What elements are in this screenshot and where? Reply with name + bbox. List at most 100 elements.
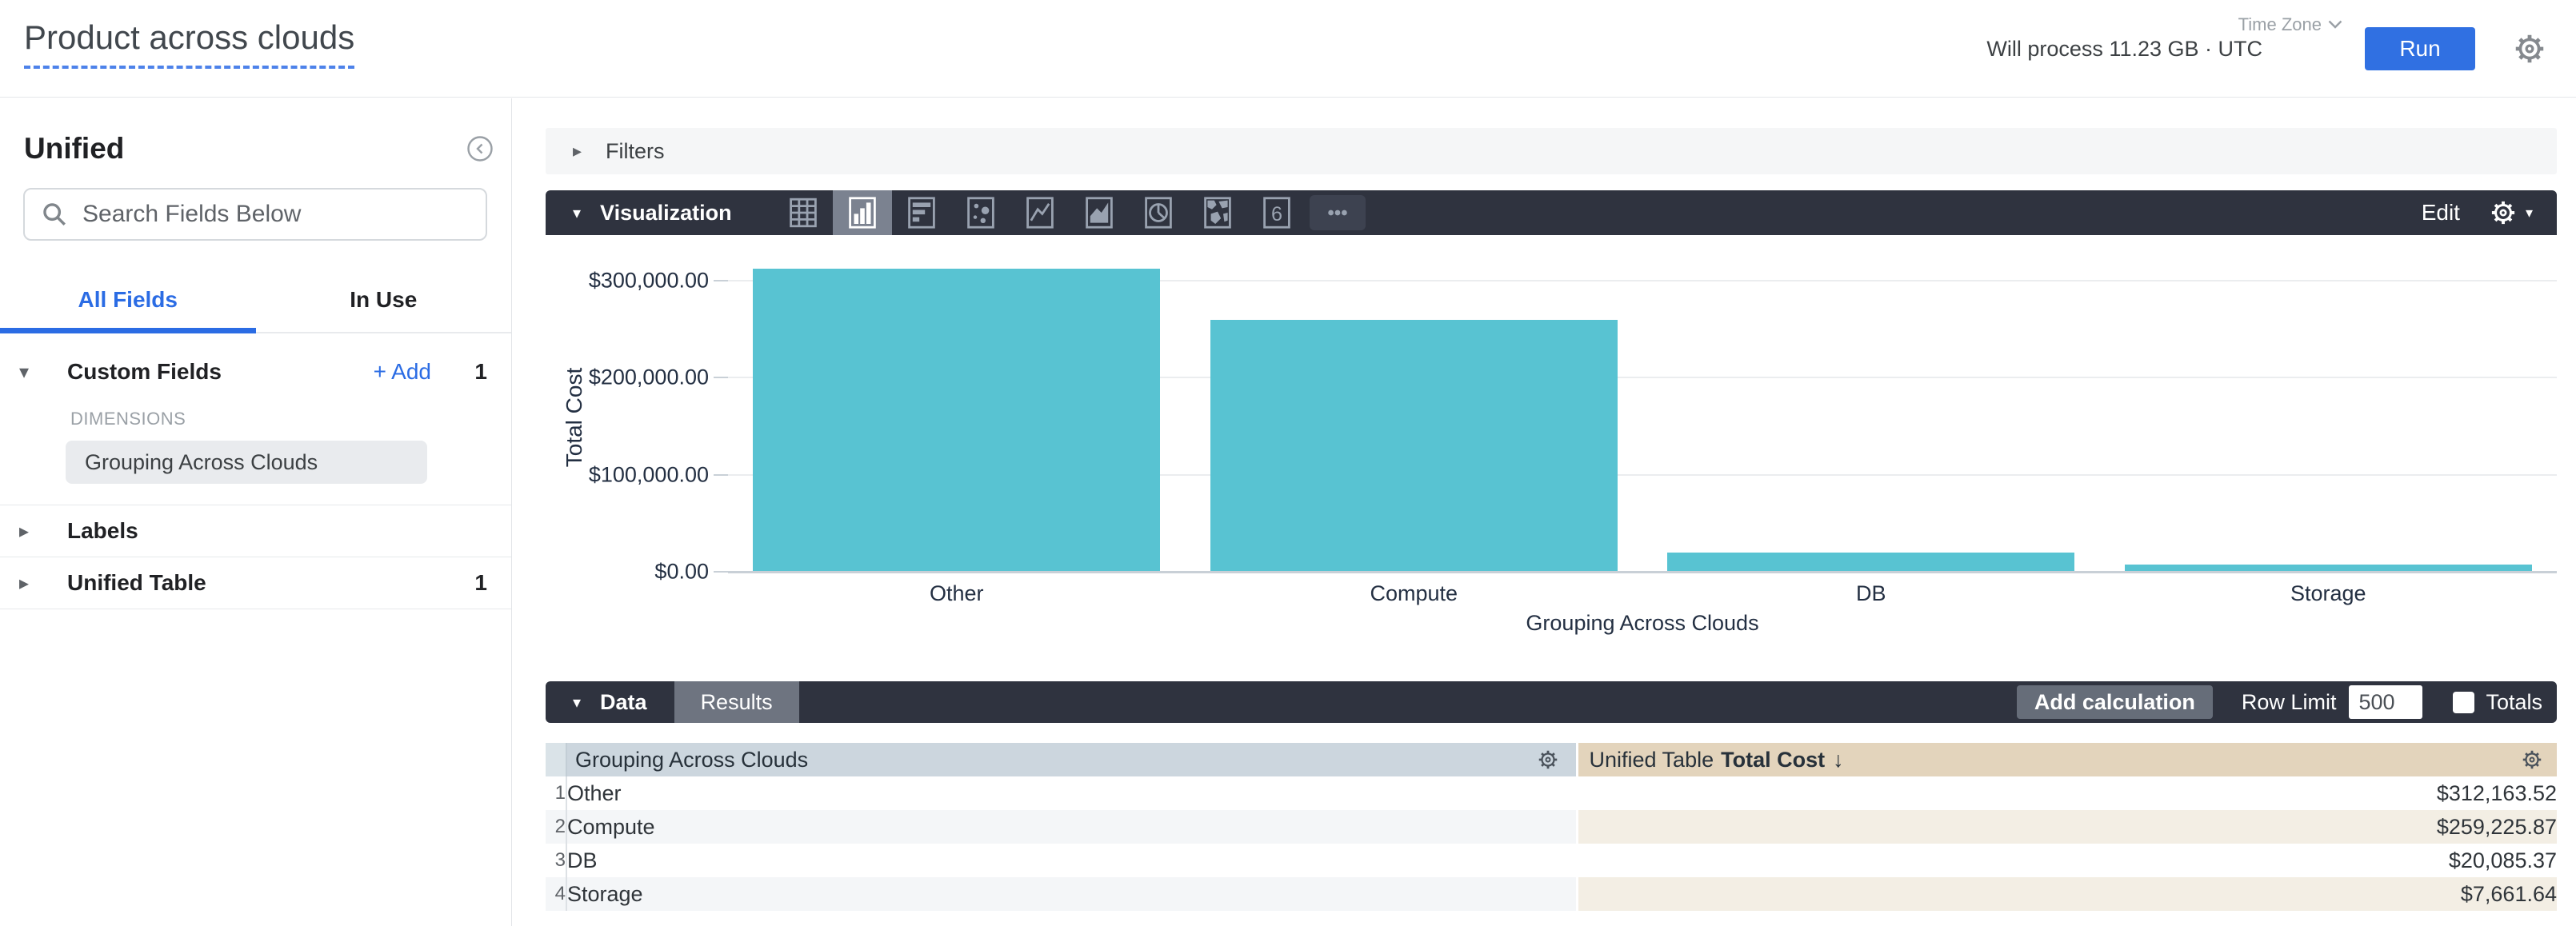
measure-cell[interactable]: $7,661.64 — [1577, 877, 2557, 911]
table-row: 2 Compute $259,225.87 — [546, 810, 2557, 844]
x-tick-label: Storage — [2100, 581, 2558, 606]
row-limit-label: Row Limit — [2242, 690, 2337, 715]
viz-settings-gear-icon[interactable]: ▾ — [2489, 198, 2533, 227]
y-tick-label: $100,000.00 — [589, 462, 709, 487]
column-chart: Total Cost $0.00$100,000.00$200,000.00$3… — [546, 235, 2557, 673]
viz-type-single-value-icon[interactable]: 6 — [1247, 190, 1306, 235]
unified-table-count: 1 — [468, 570, 487, 596]
caret-down-icon: ▾ — [573, 203, 581, 223]
viz-type-area-icon[interactable] — [1070, 190, 1129, 235]
collapse-sidebar-icon[interactable] — [466, 135, 494, 162]
row-limit-input[interactable] — [2349, 685, 2422, 719]
header-actions: Will process 11.23 GB · UTC Time Zone Ru… — [1986, 26, 2547, 72]
measure-cell[interactable]: $259,225.87 — [1577, 810, 2557, 844]
caret-right-icon: ▸ — [14, 520, 67, 543]
run-button[interactable]: Run — [2365, 27, 2475, 70]
add-custom-field-button[interactable]: + Add — [374, 359, 431, 385]
measure-cell[interactable]: $312,163.52 — [1577, 776, 2557, 810]
y-tick-label: $200,000.00 — [589, 365, 709, 390]
row-index: 4 — [546, 877, 566, 911]
viz-type-column-icon[interactable] — [833, 190, 892, 235]
viz-more-types-button[interactable] — [1310, 195, 1366, 230]
field-grouping-across-clouds[interactable]: Grouping Across Clouds — [66, 441, 427, 484]
data-label: Data — [600, 690, 647, 715]
custom-fields-count: 1 — [468, 359, 487, 385]
dimensions-group-label: DIMENSIONS — [70, 409, 511, 429]
search-input[interactable] — [82, 201, 470, 228]
caret-down-icon: ▾ — [573, 693, 581, 712]
chart-x-labels: OtherComputeDBStorage — [728, 581, 2557, 606]
dimension-cell[interactable]: DB — [566, 844, 1577, 877]
add-calculation-button[interactable]: Add calculation — [2017, 685, 2213, 719]
dimension-header-label: Grouping Across Clouds — [575, 748, 808, 772]
measure-header-label: Total Cost — [1721, 748, 1825, 772]
section-labels[interactable]: ▸ Labels — [0, 505, 511, 557]
axis-tick — [714, 280, 728, 281]
axis-tick — [714, 377, 728, 378]
viz-type-line-icon[interactable] — [1010, 190, 1070, 235]
labels-label: Labels — [67, 518, 487, 544]
results-table: Grouping Across Clouds — [546, 743, 2557, 911]
visualization-label: Visualization — [600, 201, 732, 226]
caret-down-icon: ▾ — [14, 361, 67, 384]
data-toggle[interactable]: ▾ Data — [546, 690, 647, 715]
dimension-column-header[interactable]: Grouping Across Clouds — [566, 743, 1577, 776]
row-index: 1 — [546, 776, 566, 810]
measure-cell[interactable]: $20,085.37 — [1577, 844, 2557, 877]
bar-db[interactable] — [1667, 553, 2074, 572]
viz-type-table-icon[interactable] — [774, 190, 833, 235]
explore-name: Unified — [24, 132, 124, 166]
viz-type-bar-icon[interactable] — [892, 190, 951, 235]
viz-type-scatter-icon[interactable] — [951, 190, 1010, 235]
caret-down-icon: ▾ — [2526, 205, 2533, 222]
viz-type-pie-icon[interactable] — [1129, 190, 1188, 235]
page-title[interactable]: Product across clouds — [24, 19, 354, 69]
tab-all-fields[interactable]: All Fields — [0, 287, 256, 332]
app-header: Product across clouds Will process 11.23… — [0, 0, 2576, 98]
viz-edit-button[interactable]: Edit — [2422, 200, 2460, 226]
section-unified-table[interactable]: ▸ Unified Table 1 — [0, 557, 511, 609]
table-row: 3 DB $20,085.37 — [546, 844, 2557, 877]
unified-table-label: Unified Table — [67, 570, 468, 596]
x-tick-label: DB — [1642, 581, 2100, 606]
visualization-toggle[interactable]: ▾ Visualization — [546, 201, 732, 226]
totals-checkbox[interactable] — [2453, 692, 2474, 713]
bar-other[interactable] — [753, 269, 1160, 572]
chart-type-picker: 6 — [774, 190, 1366, 235]
tab-results[interactable]: Results — [674, 681, 799, 723]
field-tabs: All Fields In Use — [0, 287, 511, 333]
filters-section-header[interactable]: ▸ Filters — [546, 128, 2557, 174]
measure-column-header[interactable]: Unified Table Total Cost ↓ — [1577, 743, 2557, 776]
chart-band — [728, 264, 1186, 572]
column-gear-icon[interactable] — [2520, 748, 2544, 772]
sort-desc-icon[interactable]: ↓ — [1833, 748, 1844, 772]
bar-compute[interactable] — [1210, 320, 1618, 572]
viz-type-map-icon[interactable] — [1188, 190, 1247, 235]
field-picker-sidebar: Unified All Fields In Use ▾ Custom Field… — [0, 98, 512, 926]
y-tick-label: $0.00 — [654, 560, 709, 585]
tab-in-use[interactable]: In Use — [256, 287, 512, 332]
process-info-text: Will process 11.23 GB · UTC — [1986, 37, 2262, 61]
dimension-cell[interactable]: Other — [566, 776, 1577, 810]
section-custom-fields[interactable]: ▾ Custom Fields + Add 1 — [0, 346, 511, 397]
query-process-info: Will process 11.23 GB · UTC Time Zone — [1986, 37, 2262, 62]
timezone-dropdown[interactable]: Time Zone — [2238, 14, 2342, 35]
x-axis-line — [728, 571, 2557, 573]
data-section-header: ▾ Data Results Add calculation Row Limit… — [546, 681, 2557, 723]
caret-right-icon: ▸ — [14, 572, 67, 595]
column-gear-icon[interactable] — [1536, 748, 1560, 772]
explore-main: ▸ Filters ▾ Visualization — [546, 98, 2557, 911]
filters-label: Filters — [606, 139, 665, 164]
caret-right-icon: ▸ — [573, 141, 582, 162]
dimension-cell[interactable]: Storage — [566, 877, 1577, 911]
chart-band — [1642, 264, 2100, 572]
chart-band — [2100, 264, 2558, 572]
field-search — [23, 188, 487, 241]
custom-fields-label: Custom Fields — [67, 359, 374, 385]
x-tick-label: Other — [728, 581, 1186, 606]
axis-tick — [714, 474, 728, 476]
dimension-cell[interactable]: Compute — [566, 810, 1577, 844]
table-header-row: Grouping Across Clouds — [546, 743, 2557, 776]
explore-settings-gear-icon[interactable] — [2512, 31, 2547, 66]
single-value-glyph: 6 — [1271, 203, 1282, 226]
